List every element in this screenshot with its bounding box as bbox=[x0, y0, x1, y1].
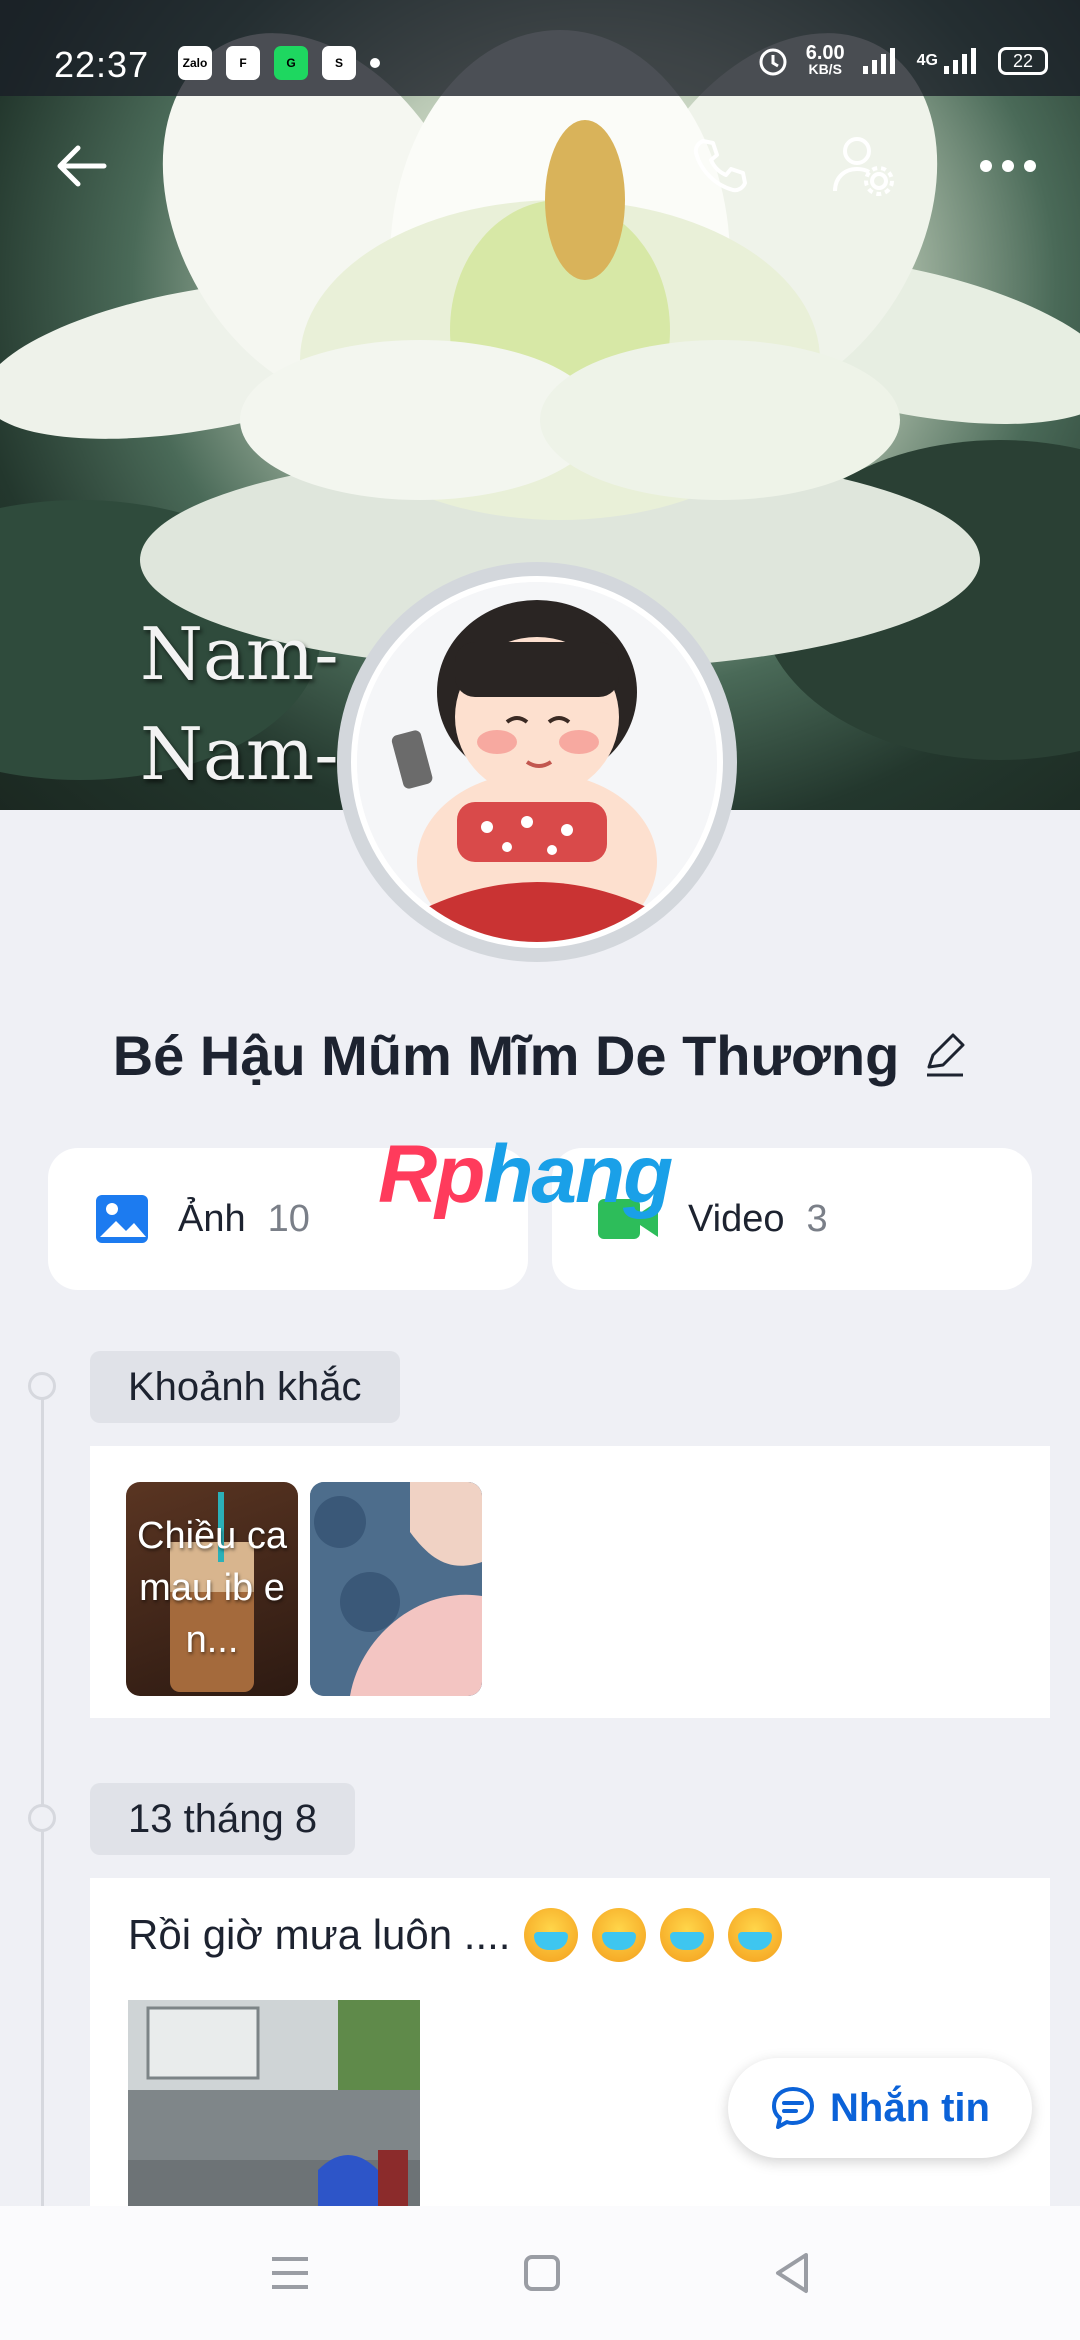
network-speed-value: 6.00 bbox=[805, 42, 845, 64]
post-date-chip: 13 tháng 8 bbox=[90, 1783, 356, 1855]
zalo-notification-icon: Zalo bbox=[178, 46, 212, 80]
moments-section: Chiều ca mau ib e n... bbox=[90, 1446, 1050, 1718]
alarm-icon bbox=[759, 48, 787, 76]
photo-icon bbox=[96, 1195, 148, 1243]
moment-item[interactable]: Chiều ca mau ib e n... bbox=[126, 1482, 298, 1696]
videos-label: Video bbox=[688, 1197, 785, 1240]
post-text: Rồi giờ mưa luôn .... bbox=[128, 1911, 511, 1958]
battery-icon: 22 bbox=[998, 47, 1048, 75]
profile-name-row: Bé Hậu Mũm Mĩm De Thương bbox=[0, 1015, 1080, 1095]
avatar-image bbox=[351, 576, 723, 948]
timeline-line bbox=[41, 1388, 44, 2208]
phone-icon bbox=[693, 139, 747, 193]
post-photo-image bbox=[128, 2000, 420, 2220]
recent-apps-icon[interactable] bbox=[268, 2253, 312, 2293]
more-notifications-dot-icon bbox=[370, 58, 380, 68]
top-action-bar bbox=[0, 96, 1080, 236]
edit-name-icon[interactable] bbox=[923, 1033, 967, 1077]
more-icon bbox=[980, 160, 1036, 172]
status-time: 22:37 bbox=[54, 44, 150, 85]
message-button[interactable]: Nhắn tin bbox=[728, 2058, 1032, 2158]
timeline-dot bbox=[28, 1372, 56, 1400]
post-card[interactable]: Rồi giờ mưa luôn .... bbox=[90, 1878, 1050, 2220]
photos-label: Ảnh bbox=[178, 1197, 246, 1240]
moment-thumbnail bbox=[310, 1482, 482, 1696]
moment-item[interactable] bbox=[310, 1482, 482, 1696]
crying-emoji-icon bbox=[592, 1908, 647, 1962]
system-navigation-bar bbox=[0, 2206, 1080, 2340]
photos-count: 10 bbox=[267, 1197, 310, 1240]
crying-emoji-icon bbox=[728, 1908, 783, 1962]
crying-emoji-icon bbox=[524, 1908, 579, 1962]
network-4g: 4G bbox=[917, 46, 982, 76]
videos-count: 3 bbox=[806, 1197, 828, 1240]
timeline-dot bbox=[28, 1804, 56, 1832]
more-button[interactable] bbox=[972, 130, 1044, 202]
facebook-notification-icon: F bbox=[226, 46, 260, 80]
back-arrow-icon bbox=[57, 145, 107, 187]
post-photo[interactable] bbox=[128, 2000, 420, 2220]
status-bar: 22:37 Zalo F G S 6.00 KB/S 4G 22 bbox=[0, 0, 1080, 96]
home-icon[interactable] bbox=[522, 2253, 562, 2293]
signal-4g-icon bbox=[944, 48, 976, 74]
message-button-label: Nhắn tin bbox=[830, 2085, 990, 2130]
status-right: 6.00 KB/S 4G 22 bbox=[756, 42, 1048, 78]
status-app-icons: Zalo F G S bbox=[178, 46, 380, 80]
watermark-part-1: Rp bbox=[378, 1129, 485, 1220]
back-button[interactable] bbox=[46, 130, 118, 202]
network-speed-unit: KB/S bbox=[808, 61, 842, 77]
watermark-logo: Rphang bbox=[378, 1128, 673, 1222]
avatar[interactable] bbox=[337, 562, 737, 962]
post-text-row: Rồi giờ mưa luôn .... bbox=[128, 1908, 783, 1962]
signal-icon bbox=[862, 48, 895, 74]
watermark-part-2: hang bbox=[483, 1129, 673, 1220]
profile-settings-button[interactable] bbox=[828, 130, 900, 202]
moments-chip: Khoảnh khắc bbox=[90, 1351, 400, 1423]
back-triangle-icon[interactable] bbox=[772, 2251, 812, 2295]
call-button[interactable] bbox=[684, 130, 756, 202]
avatar-illustration bbox=[357, 582, 717, 942]
shopee-notification-icon: S bbox=[322, 46, 356, 80]
crying-emoji-icon bbox=[660, 1908, 715, 1962]
profile-settings-icon bbox=[833, 137, 894, 196]
network-speed: 6.00 KB/S bbox=[805, 42, 845, 77]
chat-bubble-icon bbox=[772, 2087, 814, 2129]
network-type: 4G bbox=[916, 52, 938, 69]
grab-notification-icon: G bbox=[274, 46, 308, 80]
moment-caption: Chiều ca mau ib e n... bbox=[137, 1515, 287, 1661]
profile-name: Bé Hậu Mũm Mĩm De Thương bbox=[112, 1023, 900, 1087]
